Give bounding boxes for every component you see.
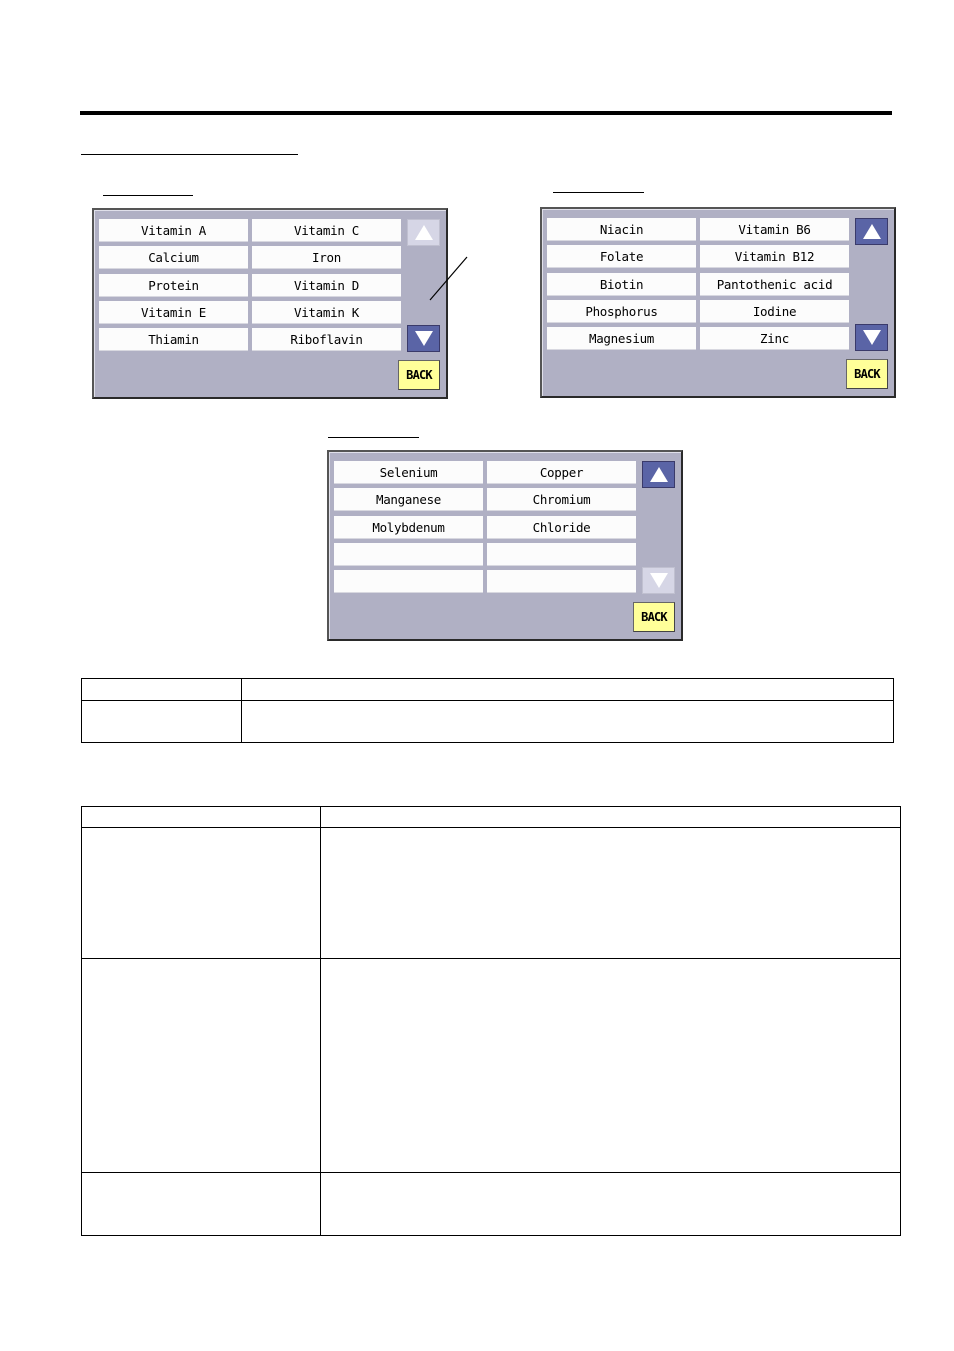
table-cell — [241, 700, 894, 743]
nutrient-button[interactable]: Manganese — [334, 488, 483, 512]
panel-1-caption-underline — [103, 195, 193, 196]
table-header-row — [81, 806, 901, 828]
table-row — [81, 958, 901, 1173]
description-table-1 — [81, 678, 894, 743]
table-row — [81, 1172, 901, 1236]
arrow-up-icon — [414, 225, 433, 240]
back-button[interactable]: BACK — [633, 602, 675, 632]
nutrient-button[interactable]: Molybdenum — [334, 515, 483, 539]
nutrient-panel-page-2: Niacin Vitamin B6 Folate Vitamin B12 Biotin P… — [540, 207, 896, 398]
nutrient-button[interactable]: Thiamin — [99, 328, 248, 352]
arrow-up-icon — [862, 224, 881, 239]
table-cell — [320, 1172, 901, 1236]
panel-3-caption-underline — [328, 437, 419, 438]
scroll-down-button — [642, 567, 675, 594]
section-heading-underline — [81, 154, 298, 155]
nutrient-button[interactable]: Vitamin C — [252, 219, 401, 242]
header-rule — [80, 111, 892, 115]
nutrient-button[interactable]: Copper — [487, 461, 636, 484]
back-button[interactable]: BACK — [398, 360, 440, 390]
nutrient-button[interactable]: Vitamin K — [252, 300, 401, 324]
empty-nutrient-slot — [487, 570, 636, 594]
scroll-down-button[interactable] — [855, 324, 888, 351]
nutrient-button[interactable]: Selenium — [334, 461, 483, 484]
nutrient-button[interactable]: Iron — [252, 246, 401, 270]
table-cell — [81, 806, 321, 828]
nutrient-panel-page-3: Selenium Copper Manganese Chromium Molybdenu… — [327, 450, 683, 641]
arrow-down-icon — [862, 330, 881, 345]
nutrient-button[interactable]: Vitamin D — [252, 273, 401, 297]
arrow-down-icon — [414, 331, 433, 346]
nutrient-button[interactable]: Vitamin A — [99, 219, 248, 242]
nutrient-button[interactable]: Chloride — [487, 515, 636, 539]
nutrient-button[interactable]: Riboflavin — [252, 328, 401, 352]
scroll-up-button[interactable] — [855, 218, 888, 245]
table-cell — [241, 678, 894, 701]
scroll-down-button[interactable] — [407, 325, 440, 352]
nutrient-button[interactable]: Vitamin B12 — [700, 245, 849, 269]
table-cell — [81, 700, 242, 743]
table-cell — [81, 1172, 321, 1236]
arrow-down-icon — [649, 573, 668, 588]
table-row — [81, 827, 901, 959]
arrow-up-icon — [649, 467, 668, 482]
table-cell — [81, 827, 321, 959]
empty-nutrient-slot — [334, 570, 483, 594]
nutrient-button[interactable]: Niacin — [547, 218, 696, 241]
description-table-2 — [81, 806, 901, 1236]
table-cell — [320, 806, 901, 828]
nutrient-button[interactable]: Biotin — [547, 272, 696, 296]
nutrient-button[interactable]: Protein — [99, 273, 248, 297]
nutrient-button[interactable]: Folate — [547, 245, 696, 269]
panel-2-caption-underline — [553, 192, 644, 193]
empty-nutrient-slot — [487, 542, 636, 566]
table-cell — [320, 958, 901, 1173]
nutrient-button[interactable]: Vitamin B6 — [700, 218, 849, 241]
nutrient-button[interactable]: Calcium — [99, 246, 248, 270]
scroll-up-button — [407, 219, 440, 246]
nutrient-button[interactable]: Magnesium — [547, 327, 696, 351]
back-button[interactable]: BACK — [846, 359, 888, 389]
empty-nutrient-slot — [334, 542, 483, 566]
table-cell — [81, 958, 321, 1173]
nutrient-button[interactable]: Zinc — [700, 327, 849, 351]
nutrient-panel-page-1: Vitamin A Vitamin C Calcium Iron Protein Vita… — [92, 208, 448, 399]
nutrient-button[interactable]: Pantothenic acid — [700, 272, 849, 296]
table-cell — [320, 827, 901, 959]
nutrient-button[interactable]: Phosphorus — [547, 299, 696, 323]
table-cell — [81, 678, 242, 701]
nutrient-button[interactable]: Vitamin E — [99, 300, 248, 324]
table-row — [81, 700, 894, 743]
nutrient-button[interactable]: Iodine — [700, 299, 849, 323]
table-header-row — [81, 678, 894, 701]
scroll-up-button[interactable] — [642, 461, 675, 488]
nutrient-button[interactable]: Chromium — [487, 488, 636, 512]
